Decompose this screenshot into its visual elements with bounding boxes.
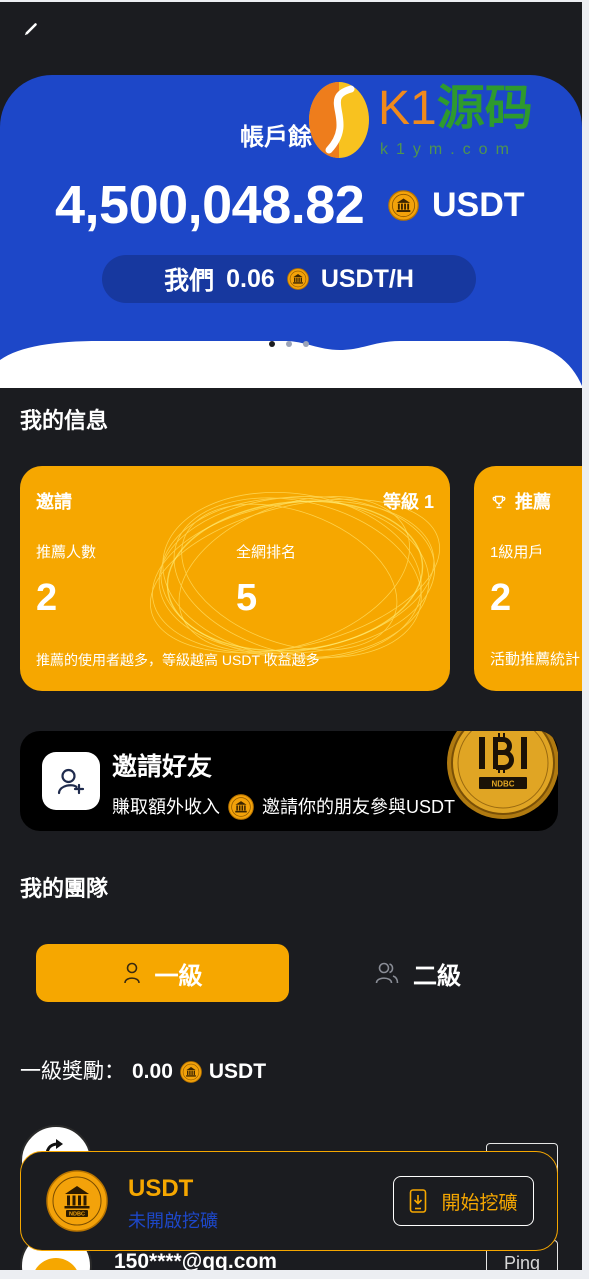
rate-value: 0.06: [226, 264, 275, 293]
phone-download-icon: [409, 1189, 427, 1213]
level1-reward: 一級獎勵： 0.00 USDT: [20, 1058, 266, 1086]
trophy-icon: [492, 495, 506, 509]
balance-title: 帳戶餘: [240, 124, 312, 151]
reward-value: 0.00: [132, 1060, 173, 1083]
user-plus-icon: [42, 752, 100, 810]
rank-label: 全網排名: [236, 544, 297, 561]
card-note: 活動推薦統計: [490, 651, 581, 668]
invite-earn-text: 賺取額外收入: [112, 797, 220, 817]
gold-coin-icon: NDBC: [443, 731, 558, 831]
referral-card[interactable]: 推薦 1級用戶 2 活動推薦統計: [474, 466, 582, 691]
watermark-domain: k1ym.com: [380, 141, 517, 158]
tab-label: 一級: [154, 962, 203, 990]
tab-level-1[interactable]: 一級: [36, 944, 289, 1002]
rate-label: 我們: [164, 267, 215, 295]
level-badge: 等級 1: [382, 492, 434, 512]
pencil-icon[interactable]: [22, 20, 40, 38]
person-icon: [123, 962, 141, 984]
app-screen: 帳戶餘 4,500,048.82 USDT 我們 0.06 USDT/H K1源…: [0, 2, 582, 1270]
referrals-value: 2: [36, 577, 58, 619]
card-title: 邀請: [36, 492, 72, 512]
referrals-label: 推薦人數: [36, 544, 97, 561]
card-note: 推薦的使用者越多，等級越高 USDT 收益越多: [36, 652, 320, 668]
rate-unit: USDT/H: [320, 264, 414, 293]
coin-label: NDBC: [491, 780, 514, 789]
bank-coin-icon: [228, 794, 254, 820]
ndbc-coin-logo: NDBC: [46, 1170, 108, 1232]
watermark-logo-icon: [307, 80, 371, 160]
reward-unit: USDT: [208, 1060, 267, 1083]
carousel-dot[interactable]: [303, 341, 309, 347]
balance-amount: 4,500,048.82: [55, 175, 365, 235]
watermark-brand-cn: 源码: [436, 82, 533, 135]
invite-friends-banner[interactable]: 邀請好友 賺取額外收入 邀請你的朋友參與USDT NDBC: [20, 731, 558, 831]
rank-value: 5: [236, 577, 258, 619]
reward-label: 一級獎勵：: [20, 1060, 125, 1083]
watermark-brand: K1源码: [378, 84, 533, 134]
carousel-dot[interactable]: [269, 341, 275, 347]
bank-coin-icon: [180, 1061, 202, 1083]
start-mining-label: 開始挖礦: [441, 1192, 518, 1214]
invite-title: 邀請好友: [112, 753, 213, 781]
my-team-title: 我的團隊: [20, 876, 109, 901]
invite-subtitle: 賺取額外收入 邀請你的朋友參與USDT: [112, 794, 455, 820]
watermark-brand-latin: K1: [378, 82, 437, 135]
card-title: 推薦: [515, 492, 551, 512]
tab-label: 二級: [413, 962, 461, 990]
carousel-dot[interactable]: [286, 341, 292, 347]
mining-rate-pill: 我們 0.06 USDT/H: [102, 255, 476, 303]
user-avatar-icon: [32, 1258, 80, 1270]
member-name: 150****@qq.com: [114, 1250, 277, 1270]
start-mining-button[interactable]: 開始挖礦: [393, 1176, 534, 1226]
balance-currency: USDT: [432, 186, 525, 224]
mining-coin-name: USDT: [128, 1175, 194, 1202]
mining-status: 未開啟挖礦: [128, 1211, 218, 1231]
level1-users-label: 1級用戶: [490, 544, 544, 561]
invite-level-card[interactable]: 邀請 等級 1 推薦人數 全網排名 2 5 推薦的使用者越多，等級越高 USDT…: [20, 466, 450, 691]
mining-status-bar: NDBC USDT 未開啟挖礦 開始挖礦: [20, 1151, 558, 1251]
bank-coin-icon: [286, 268, 309, 290]
logo-label: NDBC: [69, 1212, 85, 1218]
tab-level-2[interactable]: 二級: [292, 944, 544, 1002]
level1-users-value: 2: [490, 577, 512, 619]
invite-desc-text: 邀請你的朋友參與USDT: [262, 797, 455, 817]
users-icon: [375, 962, 399, 984]
bank-coin-icon: [388, 190, 419, 221]
my-info-title: 我的信息: [20, 408, 109, 433]
